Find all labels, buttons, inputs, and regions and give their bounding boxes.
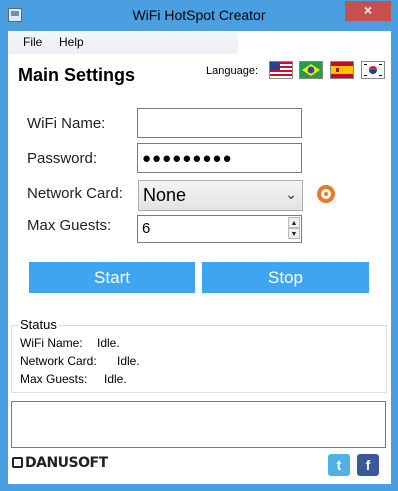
danusoft-logo-icon [12,457,23,468]
status-wifi-name-value: Idle. [97,336,120,350]
chevron-down-icon: ⌄ [285,186,297,202]
stepper-buttons: ▲ ▼ [288,217,300,241]
stepper-up-icon[interactable]: ▲ [288,217,300,228]
network-card-label: Network Card: [27,185,123,202]
danusoft-logo[interactable]: DANUSOFT [12,455,108,471]
us-flag-icon[interactable] [269,61,293,79]
refresh-icon[interactable] [317,185,335,203]
client-area: File Help Main Settings Language: WiFi N… [8,31,391,484]
network-card-select[interactable]: None ⌄ [138,180,303,211]
menu-bar: File Help [8,31,238,54]
stop-button[interactable]: Stop [202,262,369,293]
app-window: WiFi HotSpot Creator × File Help Main Se… [0,0,398,491]
status-network-card-label: Network Card: [20,354,97,368]
status-title: Status [18,317,59,332]
spain-flag-icon[interactable] [330,61,354,79]
network-card-selected: None [143,185,187,205]
password-value: ●●●●●●●●● [142,150,233,167]
menu-help[interactable]: Help [52,31,91,54]
stepper-down-icon[interactable]: ▼ [288,228,300,239]
start-button[interactable]: Start [29,262,195,293]
wifi-name-input[interactable] [137,108,302,138]
brazil-flag-icon[interactable] [299,61,323,79]
facebook-icon[interactable]: f [357,454,379,476]
twitter-icon[interactable]: t [328,454,350,476]
status-wifi-name-label: WiFi Name: [20,336,83,350]
wifi-name-label: WiFi Name: [27,115,106,132]
title-bar[interactable]: WiFi HotSpot Creator × [0,0,398,31]
page-title: Main Settings [18,65,136,85]
window-title: WiFi HotSpot Creator [132,7,266,23]
danusoft-logo-text: DANUSOFT [25,455,108,471]
language-label: Language: [206,65,258,77]
menu-file[interactable]: File [16,31,49,54]
max-guests-stepper[interactable]: 6 ▲ ▼ [137,215,302,243]
status-network-card-value: Idle. [117,354,140,368]
log-textbox[interactable] [11,401,386,448]
korea-flag-icon[interactable] [361,61,385,79]
max-guests-value: 6 [142,220,151,237]
password-label: Password: [27,150,98,167]
password-input[interactable]: ●●●●●●●●● [137,143,302,173]
close-button[interactable]: × [345,1,391,21]
status-max-guests-label: Max Guests: [20,372,88,386]
max-guests-label: Max Guests: [27,217,112,234]
status-max-guests-value: Idle. [104,372,127,386]
